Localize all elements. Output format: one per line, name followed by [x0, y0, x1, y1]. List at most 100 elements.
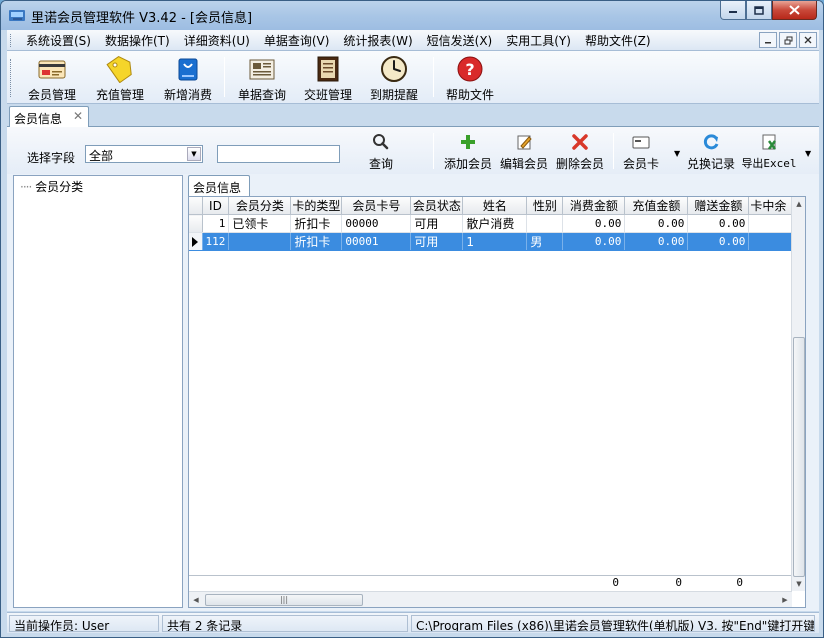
title-bar[interactable]: 里诺会员管理软件 V3.42 - [会员信息]: [1, 1, 823, 30]
tab-member-info-grid[interactable]: 会员信息: [188, 175, 250, 196]
menu-system-settings[interactable]: 系统设置(S): [19, 32, 98, 49]
toolbar-separator: [433, 57, 434, 97]
menu-statistics[interactable]: 统计报表(W): [336, 32, 419, 49]
horizontal-scroll-thumb[interactable]: |||: [205, 594, 363, 606]
app-window: 里诺会员管理软件 V3.42 - [会员信息] 系统设置(S) 数据操作(T) …: [0, 0, 824, 638]
menu-grip[interactable]: [10, 34, 13, 47]
main-toolbar: 会员管理 充值管理 新增消费 单据查询 交班管理 到期提醒 ? 帮助文件: [7, 51, 819, 104]
new-consume-button[interactable]: 新增消费: [159, 55, 217, 102]
menu-bill-query[interactable]: 单据查询(V): [257, 32, 337, 49]
column-header[interactable]: 会员状态: [410, 197, 464, 215]
bill-query-label: 单据查询: [237, 88, 286, 102]
mdi-close-button[interactable]: [799, 32, 817, 48]
tab-member-info[interactable]: 会员信息 ✕: [9, 106, 89, 128]
toolbar-grip[interactable]: [10, 59, 13, 97]
row-indicator[interactable]: [189, 232, 203, 251]
vertical-scroll-thumb[interactable]: [793, 337, 805, 577]
field-select[interactable]: 全部 ▼: [85, 145, 203, 163]
chevron-down-icon[interactable]: ▼: [187, 147, 201, 161]
member-card-button[interactable]: 会员卡: [621, 133, 661, 172]
toolbar-separator: [224, 57, 225, 97]
bill-query-button[interactable]: 单据查询: [233, 55, 291, 102]
newspaper-icon: [249, 59, 275, 80]
edit-member-button[interactable]: 编辑会员: [499, 133, 549, 172]
tree-node-member-category[interactable]: ···· 会员分类: [20, 178, 83, 195]
column-header[interactable]: 充值金额: [624, 197, 689, 215]
cell-gender: 男: [526, 232, 564, 251]
grid-tab-strip: 会员信息: [188, 175, 811, 196]
cell-card-type: 折扣卡: [290, 232, 343, 251]
column-header[interactable]: 会员卡号: [341, 197, 412, 215]
cell-name: 1: [462, 232, 528, 251]
chevron-down-icon[interactable]: ▼: [805, 149, 811, 158]
close-icon[interactable]: ✕: [73, 109, 83, 123]
refresh-icon: [703, 134, 719, 150]
shift-management-label: 交班管理: [303, 88, 352, 102]
search-input[interactable]: [217, 145, 340, 163]
menu-sms[interactable]: 短信发送(X): [420, 32, 500, 49]
cell-bonus: 0.00: [687, 232, 750, 251]
scroll-down-icon[interactable]: ▼: [792, 577, 805, 591]
export-excel-button[interactable]: 导出Excel: [741, 133, 797, 171]
table-row[interactable]: 1 已领卡 折扣卡 00000 可用 散户消费 0.00 0.00 0.00: [189, 214, 794, 233]
cell-name: 散户消费: [462, 214, 528, 233]
vertical-scrollbar[interactable]: ▲ ▼: [791, 197, 805, 591]
column-header[interactable]: 姓名: [462, 197, 528, 215]
edit-member-label: 编辑会员: [499, 157, 548, 171]
member-management-button[interactable]: 会员管理: [23, 55, 81, 102]
menu-help[interactable]: 帮助文件(Z): [578, 32, 658, 49]
row-indicator[interactable]: [189, 214, 203, 233]
column-header[interactable]: 卡的类型: [290, 197, 343, 215]
excel-icon: [762, 134, 776, 150]
scroll-left-icon[interactable]: ◀: [189, 592, 203, 607]
cell-recharge: 0.00: [624, 214, 689, 233]
tab-member-info-label: 会员信息: [14, 112, 63, 126]
scroll-up-icon[interactable]: ▲: [792, 197, 805, 211]
chevron-down-icon[interactable]: ▼: [674, 149, 680, 158]
column-header[interactable]: 卡中余: [748, 197, 794, 215]
close-icon: [804, 36, 812, 44]
field-select-value: 全部: [89, 149, 114, 163]
window-controls: [720, 1, 817, 20]
exchange-record-button[interactable]: 兑换记录: [685, 133, 737, 172]
cell-category: 已领卡: [228, 214, 292, 233]
table-row-selected[interactable]: 112 折扣卡 00001 可用 1 男 0.00 0.00 0.00: [189, 232, 794, 251]
maximize-button[interactable]: [746, 1, 772, 20]
scroll-right-icon[interactable]: ▶: [778, 592, 792, 607]
row-indicator-header: [189, 197, 203, 215]
column-header[interactable]: 性别: [526, 197, 564, 215]
minimize-button[interactable]: [720, 1, 746, 20]
delete-member-label: 删除会员: [555, 157, 604, 171]
help-icon: ?: [457, 56, 483, 82]
column-header[interactable]: 会员分类: [228, 197, 292, 215]
minimize-icon: [765, 42, 771, 44]
shift-management-button[interactable]: 交班管理: [299, 55, 357, 102]
menu-detailed-info[interactable]: 详细资料(U): [177, 32, 257, 49]
recharge-management-button[interactable]: 充值管理: [91, 55, 149, 102]
query-button[interactable]: 查询: [363, 133, 399, 172]
price-tag-icon: [106, 55, 132, 83]
status-record-count: 共有 2 条记录: [162, 615, 408, 632]
column-header[interactable]: 赠送金额: [687, 197, 750, 215]
horizontal-scrollbar[interactable]: ◀ ||| ▶: [189, 591, 792, 607]
column-header[interactable]: 消费金额: [562, 197, 626, 215]
grid-tab-label: 会员信息: [193, 181, 242, 195]
delete-icon: [572, 134, 588, 150]
cell-bonus: 0.00: [687, 214, 750, 233]
menu-data-operations[interactable]: 数据操作(T): [98, 32, 177, 49]
total-bonus: 0: [736, 576, 743, 589]
filter-separator: [613, 133, 614, 169]
mdi-restore-button[interactable]: [779, 32, 797, 48]
add-member-button[interactable]: 添加会员: [443, 133, 493, 172]
expiry-reminder-button[interactable]: 到期提醒: [365, 55, 423, 102]
member-grid: ID 会员分类 卡的类型 会员卡号 会员状态 姓名 性别 消费金额 充值金额 赠…: [188, 196, 806, 608]
column-header[interactable]: ID: [202, 197, 230, 215]
help-file-label: 帮助文件: [445, 88, 494, 102]
delete-member-button[interactable]: 删除会员: [555, 133, 605, 172]
help-file-button[interactable]: ? 帮助文件: [441, 55, 499, 102]
close-button[interactable]: [772, 1, 817, 20]
cell-card-no: 00000: [341, 214, 412, 233]
mdi-minimize-button[interactable]: [759, 32, 777, 48]
menu-tools[interactable]: 实用工具(Y): [499, 32, 578, 49]
query-label: 查询: [368, 157, 393, 171]
